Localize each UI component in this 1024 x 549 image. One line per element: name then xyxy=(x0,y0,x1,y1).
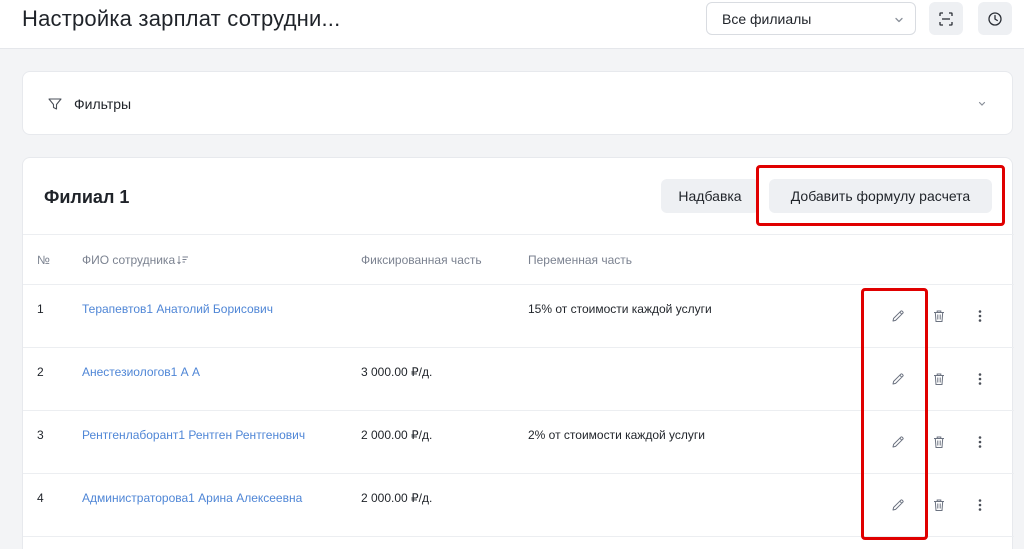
more-button[interactable] xyxy=(970,495,990,515)
fixed-part: 2 000.00 ₽/д. xyxy=(361,491,433,505)
trash-icon xyxy=(934,499,944,511)
row-num: 4 xyxy=(37,491,44,505)
fixed-part: 2 000.00 ₽/д. xyxy=(361,428,433,442)
employee-link[interactable]: Анестезиологов1 А А xyxy=(82,365,200,379)
row-num: 3 xyxy=(37,428,44,442)
employee-link[interactable]: Администраторова1 Арина Алексеевна xyxy=(82,491,302,505)
trash-icon xyxy=(934,373,944,385)
history-button[interactable] xyxy=(978,2,1012,35)
chevron-down-icon xyxy=(895,17,903,23)
more-button[interactable] xyxy=(970,432,990,452)
branch-select[interactable]: Все филиалы xyxy=(706,2,916,35)
column-num: № xyxy=(37,253,50,267)
delete-button[interactable] xyxy=(929,495,949,515)
delete-button[interactable] xyxy=(929,369,949,389)
column-fixed: Фиксированная часть xyxy=(361,253,482,267)
column-variable: Переменная часть xyxy=(528,253,633,267)
employee-link[interactable]: Терапевтов1 Анатолий Борисович xyxy=(82,302,273,316)
variable-part: 2% от стоимости каждой услуги xyxy=(528,428,705,442)
highlight-frame xyxy=(861,288,928,540)
bonus-button[interactable]: Надбавка xyxy=(661,179,759,213)
branch-title: Филиал 1 xyxy=(44,187,130,207)
scan-icon xyxy=(939,11,953,26)
branch-select-value: Все филиалы xyxy=(722,11,812,27)
sort-icon xyxy=(177,256,189,265)
more-button[interactable] xyxy=(970,369,990,389)
trash-icon xyxy=(934,310,944,322)
more-button[interactable] xyxy=(970,306,990,326)
filters-label: Фильтры xyxy=(74,96,132,112)
clock-icon xyxy=(988,11,1002,26)
chevron-down-icon xyxy=(978,101,986,106)
top-bar: Настройка зарплат сотрудни... Все филиал… xyxy=(0,0,1024,49)
delete-button[interactable] xyxy=(929,306,949,326)
scan-button[interactable] xyxy=(929,2,963,35)
row-num: 2 xyxy=(37,365,44,379)
variable-part: 15% от стоимости каждой услуги xyxy=(528,302,712,316)
column-name-label: ФИО сотрудника xyxy=(82,253,176,267)
trash-icon xyxy=(934,436,944,448)
more-vertical-icon xyxy=(978,436,982,448)
more-vertical-icon xyxy=(978,373,982,385)
fixed-part: 3 000.00 ₽/д. xyxy=(361,365,433,379)
filters-panel[interactable]: Фильтры xyxy=(22,71,1013,135)
highlight-frame xyxy=(756,165,1005,226)
filter-icon xyxy=(48,98,62,110)
employee-link[interactable]: Рентгенлаборант1 Рентген Рентгенович xyxy=(82,428,305,442)
more-vertical-icon xyxy=(978,310,982,322)
row-num: 1 xyxy=(37,302,44,316)
delete-button[interactable] xyxy=(929,432,949,452)
table-header: № ФИО сотрудника Фиксированная часть Пер… xyxy=(23,234,1014,285)
column-name[interactable]: ФИО сотрудника xyxy=(82,253,189,267)
page-title: Настройка зарплат сотрудни... xyxy=(22,6,341,31)
more-vertical-icon xyxy=(978,499,982,511)
